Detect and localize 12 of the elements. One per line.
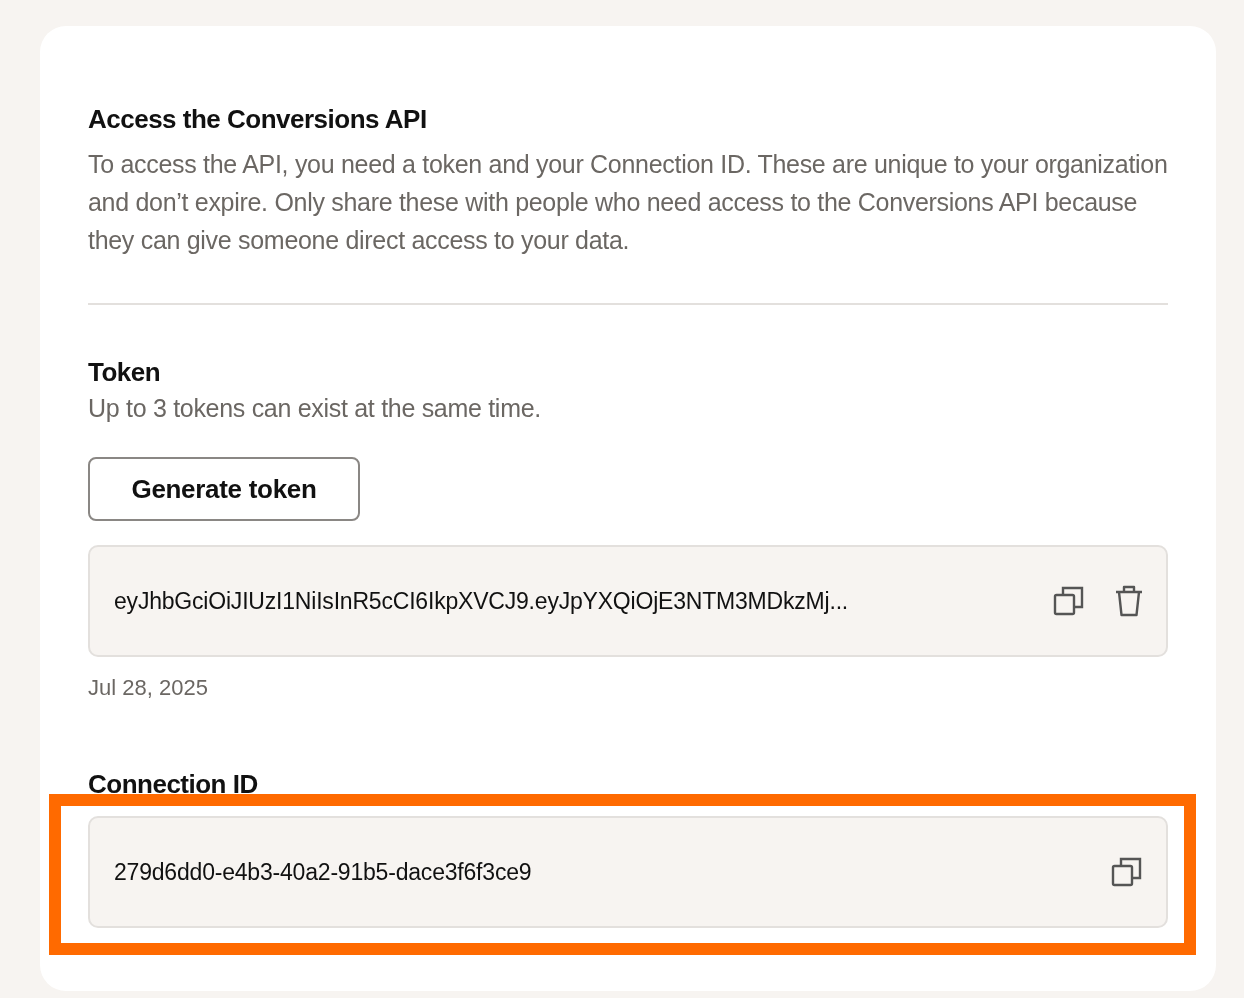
description-text: To access the API, you need a token and your Connection ID. These are unique to your organization and don’t expire. Only share these with people who need access to the Conversions API because they can give someone direct access to your data. (88, 149, 1168, 256)
token-value: eyJhbGciOiJIUzI1NiIsInR5cCI6IkpXVCJ9.eyJpYXQiOjE3NTM3MDkzMj... (114, 587, 849, 615)
copy-icon[interactable] (1052, 584, 1086, 618)
connection-id-value: 279d6dd0-e4b3-40a2-91b5-dace3f6f3ce9 (114, 858, 533, 886)
section-title: Access the Conversions API (88, 104, 428, 135)
trash-icon[interactable] (1114, 584, 1144, 618)
generate-token-button[interactable]: Generate token (88, 457, 360, 521)
copy-icon[interactable] (1110, 855, 1144, 889)
section-title: Token (88, 357, 162, 388)
date-text: Jul 28, 2025 (88, 675, 209, 701)
hint-text: Up to 3 tokens can exist at the same time. (88, 394, 542, 423)
section-title: Connection ID (88, 769, 259, 800)
